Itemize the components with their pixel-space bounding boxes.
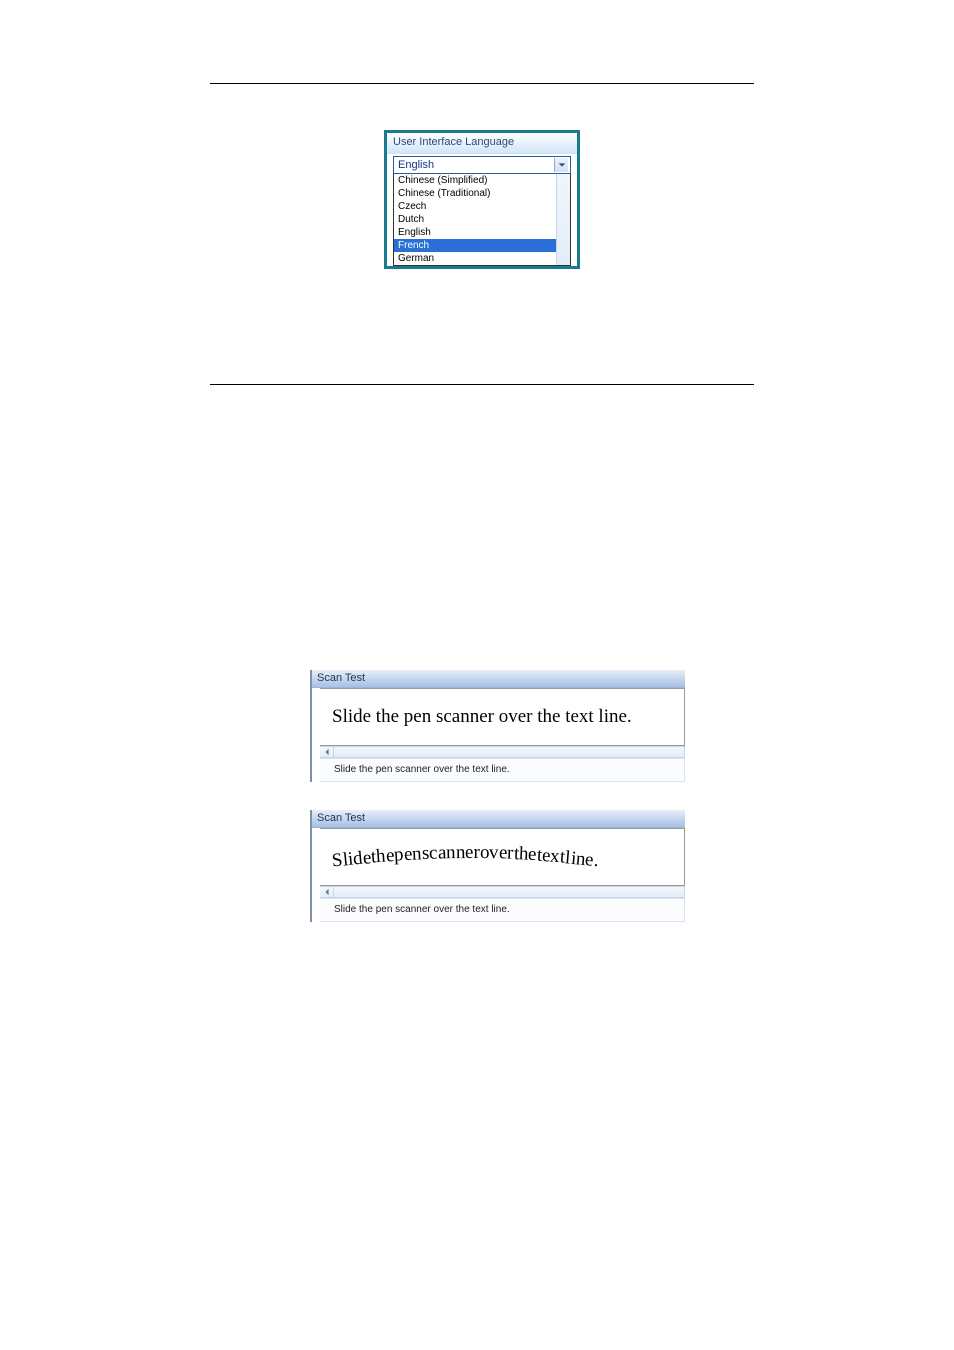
scrollbar[interactable]: [556, 174, 570, 265]
scan-good-text: Slide the pen scanner over the text line…: [332, 706, 632, 728]
list-item[interactable]: Chinese (Simplified): [394, 174, 570, 187]
header-right: Amharic: [714, 33, 754, 45]
scan-test-good: Scan Test Slide the pen scanner over the…: [310, 670, 685, 782]
chevron-left-icon[interactable]: [320, 747, 334, 757]
language-panel: User Interface Language English Chinese …: [384, 130, 580, 269]
scan-test-canvas-good: Slide the pen scanner over the text line…: [320, 688, 685, 746]
hidden-body-2: [210, 569, 754, 657]
hidden-subtitle: [210, 540, 754, 557]
scan-result-text: Slide the pen scanner over the text line…: [320, 898, 685, 922]
chevron-left-icon[interactable]: [320, 887, 334, 897]
language-panel-title: User Interface Language: [387, 133, 577, 154]
list-item[interactable]: Chinese (Traditional): [394, 187, 570, 200]
chevron-down-icon[interactable]: [554, 158, 568, 172]
header-left: IRISPen Executive 7 – User Guide: [210, 33, 379, 45]
language-select-value: English: [398, 159, 434, 171]
list-item-selected[interactable]: French: [394, 239, 570, 252]
hidden-body: [210, 397, 754, 467]
scan-result-text: Slide the pen scanner over the text line…: [320, 758, 685, 782]
scan-test-canvas-bad: Slide the pen scanner over the text line…: [320, 828, 685, 886]
divider-top: [210, 83, 754, 84]
scan-test-title: Scan Test: [312, 670, 685, 688]
scan-test-bad: Scan Test Slide the pen scanner over the…: [310, 810, 685, 922]
section-title-activate: 4. Activate the IRISPen: [210, 354, 754, 382]
list-item[interactable]: Dutch: [394, 213, 570, 226]
section-title-ui-language: 3. User Interface language: [210, 102, 754, 120]
scrollbar-horizontal[interactable]: [320, 746, 685, 758]
scrollbar-horizontal[interactable]: [320, 886, 685, 898]
hidden-note: Note: you need to restart the applicatio…: [210, 497, 754, 512]
list-item[interactable]: Czech: [394, 200, 570, 213]
list-item[interactable]: German: [394, 252, 570, 265]
language-select[interactable]: English: [393, 156, 571, 174]
page-number: 5: [0, 1296, 954, 1310]
hidden-paragraph: To change the user interface language, s…: [210, 281, 754, 299]
language-dropdown-list[interactable]: Chinese (Simplified) Chinese (Traditiona…: [393, 174, 571, 266]
scan-test-title: Scan Test: [312, 810, 685, 828]
scan-bad-text: Slide the pen scanner over the text line…: [332, 846, 599, 868]
list-item[interactable]: English: [394, 226, 570, 239]
divider-mid: [210, 384, 754, 385]
